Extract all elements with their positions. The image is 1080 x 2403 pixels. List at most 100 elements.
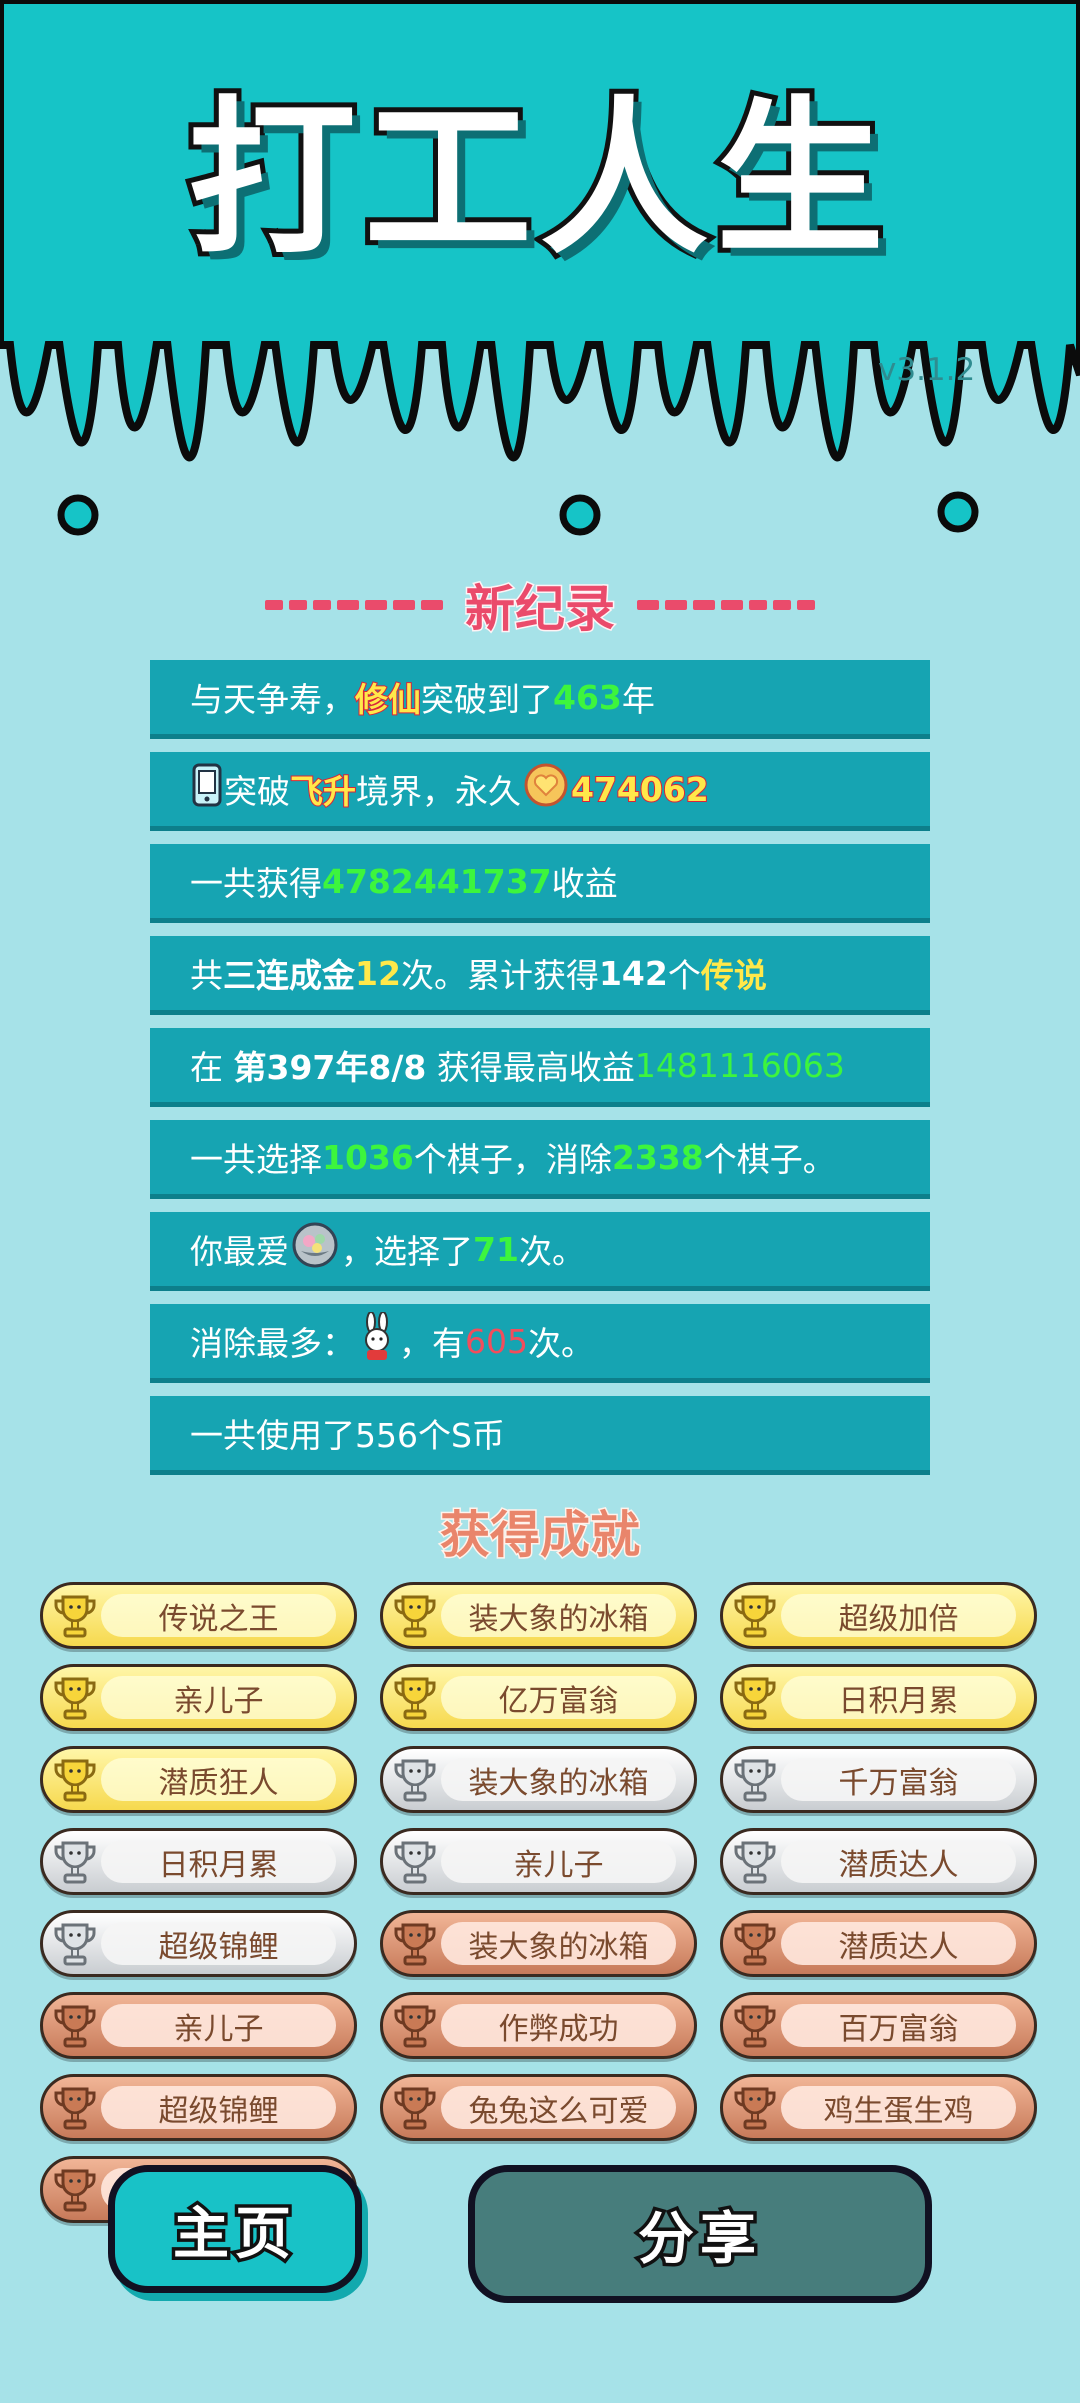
achievement-badge: 千万富翁 (720, 1746, 1037, 1813)
stat-value: 474062 (570, 769, 710, 810)
stat-row-most-removed: 消除最多： ，有 605 次。 (150, 1304, 930, 1383)
trophy-icon (53, 2167, 97, 2217)
achievement-badge: 潜质狂人 (40, 1746, 357, 1813)
trophy-icon (733, 2003, 777, 2053)
stat-value: 4782441737 (322, 861, 552, 901)
achievement-badge: 装大象的冰箱 (380, 1582, 697, 1649)
achievement-label: 潜质狂人 (101, 1758, 336, 1801)
record-heading: 新纪录 (0, 575, 1080, 640)
achievement-badge: 亲儿子 (380, 1828, 697, 1895)
stat-row-best-income: 在 第397年8/8 获得最高收益 1481116063 (150, 1028, 930, 1107)
trophy-icon (733, 1921, 777, 1971)
stat-bold: 三连成金 (223, 956, 355, 995)
right-dash-decoration (637, 600, 815, 610)
stat-text: 突破到了 (421, 680, 553, 719)
stat-text: 境界，永久 (356, 772, 521, 811)
stat-row-coins: 一共使用了556个S币 (150, 1396, 930, 1475)
achievement-label: 超级锦鲤 (101, 1922, 336, 1965)
game-title: 打工人生 (183, 81, 892, 277)
stat-value: 463 (553, 677, 622, 717)
achievement-badge: 装大象的冰箱 (380, 1746, 697, 1813)
share-button[interactable]: 分享 (468, 2165, 932, 2303)
stat-bold: 第397年8/8 (233, 1048, 427, 1087)
record-stats: 与天争寿， 修仙 突破到了 463 年 突破 飞升 境界，永久 474062 一… (150, 660, 930, 1488)
achievement-label: 亲儿子 (101, 2004, 336, 2047)
achievement-label: 百万富翁 (781, 2004, 1016, 2047)
achievement-label: 潜质达人 (781, 1840, 1016, 1883)
achievement-label: 作弊成功 (441, 2004, 676, 2047)
stat-text: 年 (621, 680, 655, 719)
achievement-badge: 传说之王 (40, 1582, 357, 1649)
stat-text: 一共选择 (190, 1140, 322, 1179)
stat-text: 共 (190, 956, 223, 995)
home-button[interactable]: 主页 (108, 2165, 362, 2293)
home-button-label: 主页 (170, 2198, 297, 2270)
achievement-badge: 亲儿子 (40, 1992, 357, 2059)
achievement-label: 亿万富翁 (441, 1676, 676, 1719)
trophy-icon (393, 1593, 437, 1643)
record-title: 新纪录 (464, 579, 617, 640)
stat-value: 71 (473, 1229, 519, 1269)
phone-icon (192, 763, 222, 815)
achievement-badge: 鸡生蛋生鸡 (720, 2074, 1037, 2141)
stat-text: ，选择了 (341, 1232, 473, 1271)
stat-text: 次。 (518, 1232, 585, 1271)
achievement-label: 装大象的冰箱 (441, 1758, 676, 1801)
stat-text: 次。 (528, 1324, 594, 1363)
achievement-badge: 潜质达人 (720, 1828, 1037, 1895)
stat-row-triple-gold: 共 三连成金 12 次。累计获得 142 个 传说 (150, 936, 930, 1015)
stat-text: ，有 (399, 1324, 465, 1363)
achievement-label: 亲儿子 (101, 1676, 336, 1719)
achievement-badge: 亿万富翁 (380, 1664, 697, 1731)
trophy-icon (733, 1839, 777, 1889)
achievement-badge: 超级锦鲤 (40, 2074, 357, 2141)
achievement-badge: 潜质达人 (720, 1910, 1037, 1977)
achievement-badge: 作弊成功 (380, 1992, 697, 2059)
stat-value: 1036 (322, 1137, 414, 1177)
achievement-badge: 超级加倍 (720, 1582, 1037, 1649)
achievement-label: 装大象的冰箱 (441, 1594, 676, 1637)
stat-value: 1481116063 (634, 1045, 845, 1085)
cart-item-icon (291, 1221, 339, 1277)
stat-text: 次。累计获得 (400, 956, 599, 995)
stat-highlight: 修仙 (354, 679, 422, 720)
trophy-icon (733, 2085, 777, 2135)
trophy-icon (53, 2085, 97, 2135)
rabbit-icon (357, 1311, 397, 1370)
achievement-badge: 百万富翁 (720, 1992, 1037, 2059)
stat-text: 消除最多： (190, 1324, 355, 1363)
stat-text: 突破 (224, 772, 290, 811)
achievement-badge: 亲儿子 (40, 1664, 357, 1731)
trophy-icon (53, 1675, 97, 1725)
trophy-icon (53, 1757, 97, 1807)
achievement-badge: 日积月累 (40, 1828, 357, 1895)
stat-text: 个棋子。 (703, 1140, 836, 1179)
achievement-label: 潜质达人 (781, 1922, 1016, 1965)
trophy-icon (393, 2003, 437, 2053)
stat-row-favorite: 你最爱 ，选择了 71 次。 (150, 1212, 930, 1291)
stat-bold: 142 (598, 953, 668, 993)
stat-row-pieces: 一共选择 1036 个棋子，消除 2338 个棋子。 (150, 1120, 930, 1199)
achievement-label: 装大象的冰箱 (441, 1922, 676, 1965)
achievement-badge: 日积月累 (720, 1664, 1037, 1731)
stat-text: 一共使用了556个S币 (190, 1416, 505, 1455)
achievement-label: 超级锦鲤 (101, 2086, 336, 2129)
achievement-label: 亲儿子 (441, 1840, 676, 1883)
trophy-icon (53, 1593, 97, 1643)
trophy-icon (733, 1593, 777, 1643)
version-label: v3.1.2 (878, 352, 976, 388)
stat-text: 个棋子，消除 (413, 1140, 612, 1179)
stat-highlight: 传说 (700, 956, 767, 995)
achievements-title: 获得成就 (439, 1505, 642, 1566)
heart-coin-icon (523, 762, 569, 816)
trophy-icon (53, 1839, 97, 1889)
stat-text: 在 (190, 1048, 234, 1087)
trophy-icon (53, 2003, 97, 2053)
stat-value: 12 (355, 953, 401, 993)
left-dash-decoration (265, 600, 443, 610)
trophy-icon (733, 1675, 777, 1725)
stat-text: 一共获得 (190, 864, 322, 903)
trophy-icon (393, 1757, 437, 1807)
trophy-icon (393, 1921, 437, 1971)
achievement-label: 超级加倍 (781, 1594, 1016, 1637)
